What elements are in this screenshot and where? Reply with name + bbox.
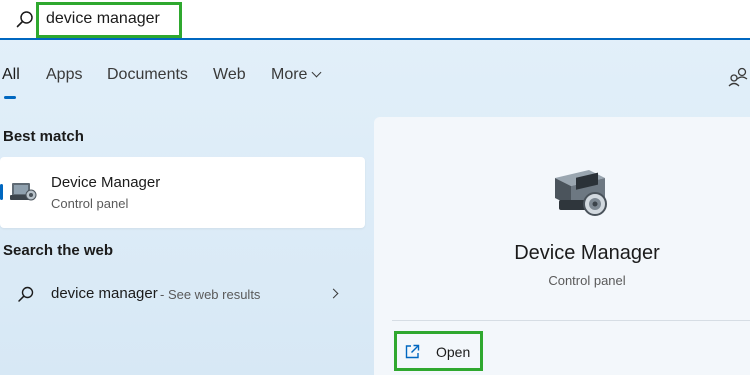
- people-icon[interactable]: [728, 66, 750, 88]
- chevron-right-icon[interactable]: [328, 288, 339, 299]
- detail-title: Device Manager: [514, 242, 660, 264]
- detail-subtitle: Control panel: [548, 273, 626, 288]
- best-match-heading: Best match: [3, 128, 84, 145]
- selection-indicator: [0, 184, 3, 200]
- search-input[interactable]: device manager: [46, 9, 176, 29]
- search-icon: [16, 11, 33, 28]
- search-icon: [18, 286, 34, 302]
- tab-apps[interactable]: Apps: [46, 66, 82, 84]
- tab-documents[interactable]: Documents: [107, 66, 188, 84]
- chevron-down-icon: [312, 67, 322, 78]
- tab-more-label: More: [271, 66, 308, 83]
- search-bar[interactable]: device manager: [0, 0, 750, 40]
- web-query-text: device manager: [51, 285, 158, 302]
- tab-web[interactable]: Web: [213, 66, 246, 84]
- best-match-subtitle: Control panel: [51, 196, 129, 211]
- divider: [392, 320, 750, 321]
- active-tab-indicator: [4, 96, 16, 99]
- device-manager-icon: [555, 170, 607, 216]
- web-results-hint: - See web results: [160, 287, 261, 302]
- tab-all[interactable]: All: [2, 66, 20, 84]
- device-manager-icon: [10, 183, 37, 201]
- detail-panel: Device Manager Control panel Open: [374, 117, 750, 375]
- search-web-heading: Search the web: [3, 242, 114, 259]
- tab-more[interactable]: More: [271, 66, 322, 84]
- best-match-title: Device Manager: [51, 174, 161, 191]
- web-search-result[interactable]: device manager - See web results: [0, 273, 365, 315]
- open-external-icon[interactable]: [404, 344, 420, 360]
- best-match-result[interactable]: Device Manager Control panel: [0, 157, 365, 228]
- open-button[interactable]: Open: [436, 344, 470, 360]
- start-search-window: device manager All Apps Documents Web Mo…: [0, 0, 750, 375]
